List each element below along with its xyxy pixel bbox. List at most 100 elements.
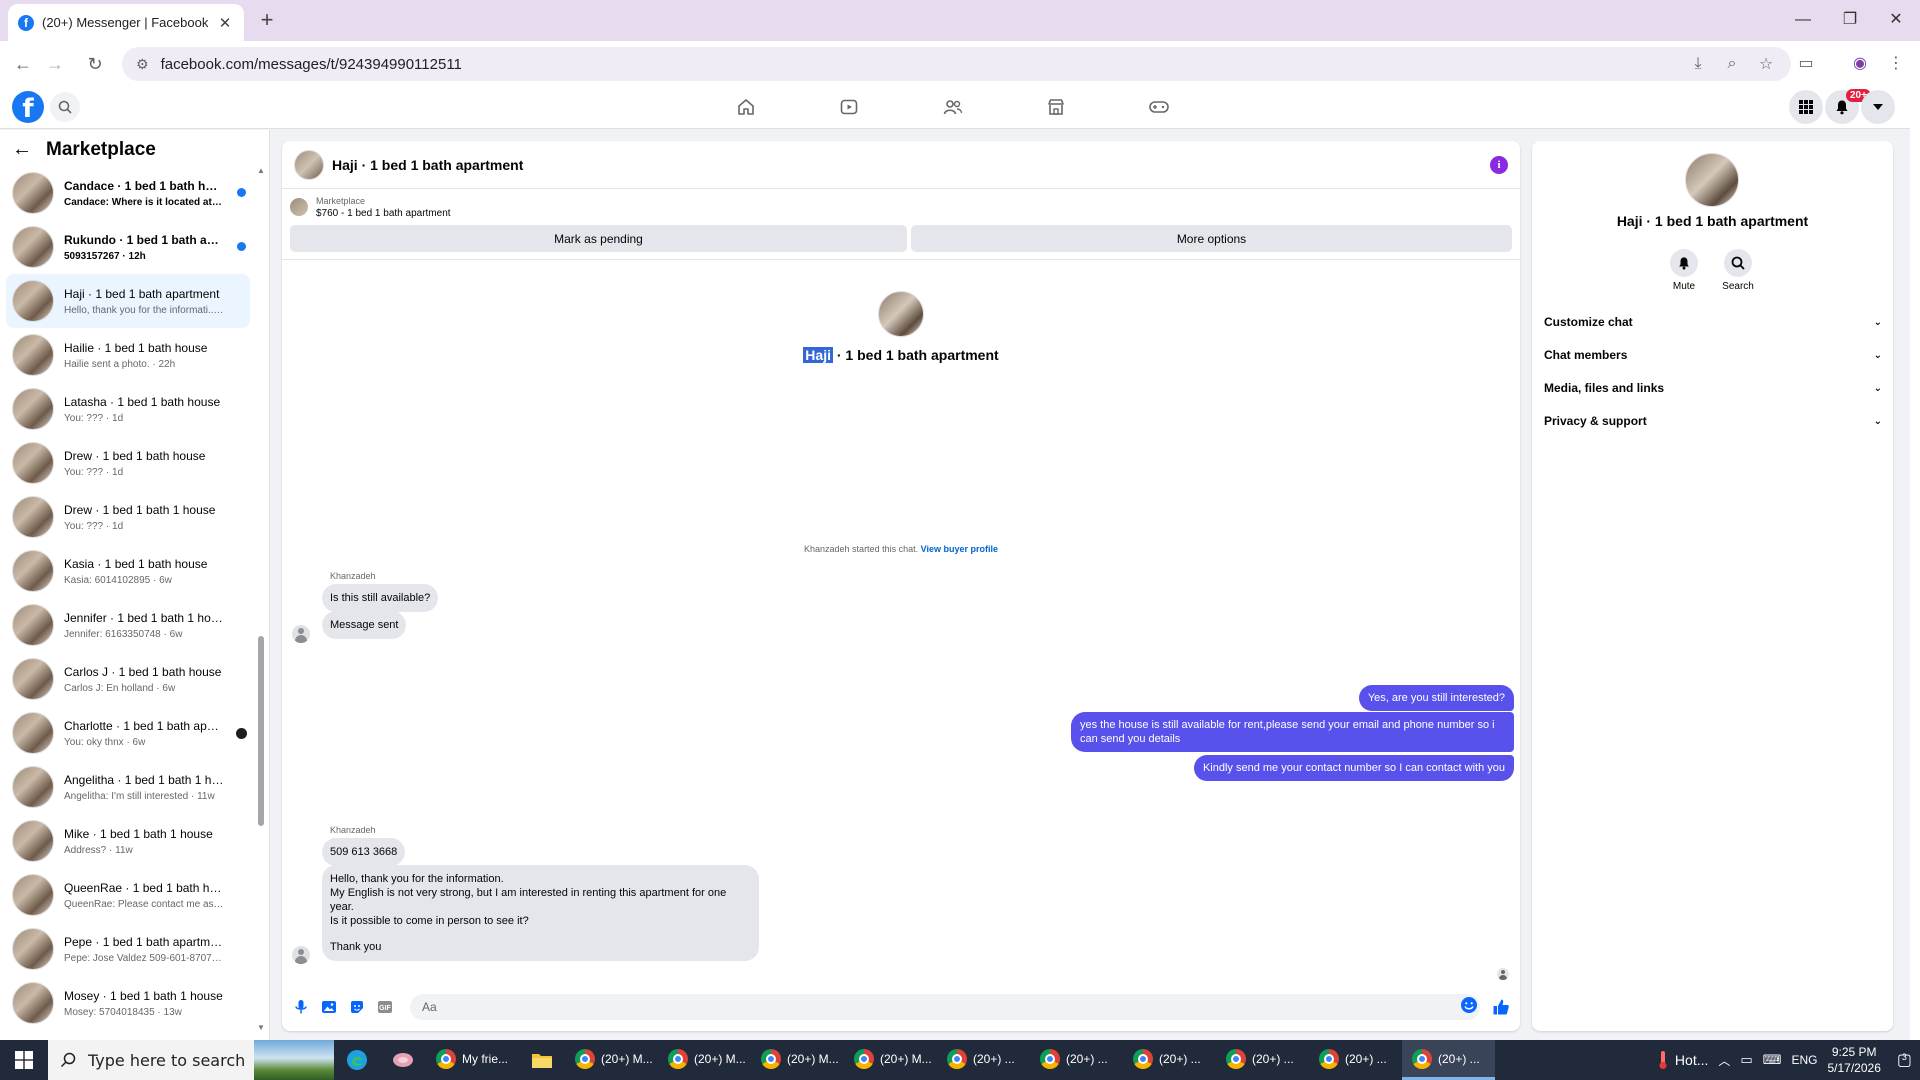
profile-icon[interactable]: ◉ — [1847, 51, 1873, 77]
back-arrow-icon[interactable]: ← — [12, 138, 32, 161]
like-thumbs-up-icon[interactable] — [1490, 996, 1512, 1018]
search-icon[interactable] — [50, 92, 80, 122]
weather-widget[interactable]: Hot... — [1657, 1050, 1708, 1070]
taskbar-chrome-window-active[interactable]: (20+) ... — [1402, 1040, 1495, 1080]
keyboard-icon[interactable]: ⌨ — [1763, 1052, 1782, 1068]
details-avatar[interactable] — [1685, 153, 1739, 207]
clock[interactable]: 9:25 PM 5/17/2026 — [1827, 1044, 1880, 1076]
taskbar-chrome-window[interactable]: (20+) ... — [937, 1040, 1030, 1080]
notification-center-icon[interactable]: ▢ 3 — [1897, 1050, 1912, 1070]
conversation-item[interactable]: Kasia · 1 bed 1 bath house Kasia: 6014102… — [6, 544, 250, 598]
page-scrollbar[interactable] — [1910, 86, 1920, 1040]
address-bar[interactable]: ⚙ facebook.com/messages/t/92439499011251… — [122, 47, 1791, 81]
close-tab-icon[interactable]: ✕ — [216, 14, 234, 32]
taskbar-chrome-window[interactable]: (20+) M... — [844, 1040, 937, 1080]
url-text[interactable]: facebook.com/messages/t/924394990112511 — [161, 56, 1675, 73]
incoming-message[interactable]: Hello, thank you for the information. My … — [322, 865, 759, 961]
install-app-icon[interactable]: ⤓ — [1687, 55, 1709, 73]
conversation-item[interactable]: Mosey · 1 bed 1 bath 1 house Mosey: 57040… — [6, 976, 250, 1030]
message-input[interactable] — [410, 994, 1480, 1020]
browser-menu-icon[interactable]: ⋮ — [1883, 51, 1909, 77]
incoming-message[interactable]: 509 613 3668 — [322, 838, 406, 866]
taskbar-chrome-window[interactable]: (20+) M... — [565, 1040, 658, 1080]
facebook-logo[interactable]: f — [12, 91, 44, 124]
browser-tab[interactable]: f (20+) Messenger | Facebook ✕ — [8, 4, 244, 41]
conversation-item[interactable]: Drew · 1 bed 1 bath 1 house You: ??? · 1d — [6, 490, 250, 544]
conversation-item[interactable]: Hailie · 1 bed 1 bath house Hailie sent a… — [6, 328, 250, 382]
conversation-item[interactable]: Drew · 1 bed 1 bath house You: ??? · 1d — [6, 436, 250, 490]
taskbar-chrome-window[interactable]: (20+) ... — [1030, 1040, 1123, 1080]
gaming-icon[interactable] — [1139, 92, 1179, 122]
chat-avatar[interactable] — [294, 149, 324, 180]
scrollbar-thumb[interactable] — [258, 636, 264, 826]
sticker-icon[interactable] — [346, 996, 368, 1018]
app-icon[interactable] — [380, 1040, 426, 1080]
privacy-support-section[interactable]: Privacy & support ⌄ — [1544, 408, 1882, 434]
video-icon[interactable] — [829, 92, 869, 122]
listing-summary[interactable]: Marketplace $760 - 1 bed 1 bath apartmen… — [282, 189, 1520, 225]
account-menu-icon[interactable] — [1861, 90, 1895, 124]
microphone-icon[interactable] — [290, 996, 312, 1018]
conversation-item[interactable]: Haji · 1 bed 1 bath apartment Hello, than… — [6, 274, 250, 328]
marketplace-icon[interactable] — [1036, 92, 1076, 122]
photo-icon[interactable] — [318, 996, 340, 1018]
taskbar-chrome-window[interactable]: My frie... — [426, 1040, 519, 1080]
file-explorer-icon[interactable] — [519, 1040, 565, 1080]
taskbar-chrome-window[interactable]: (20+) M... — [751, 1040, 844, 1080]
incoming-message[interactable]: Message sent — [322, 611, 407, 639]
conversation-item[interactable]: Pepe · 1 bed 1 bath apartment Pepe: Jose … — [6, 922, 250, 976]
conversation-item[interactable]: Rukundo · 1 bed 1 bath apart... 509315726… — [6, 220, 250, 274]
sidebar-scrollbar[interactable]: ▲ ▼ — [255, 166, 267, 1032]
taskbar-search[interactable]: Type here to search — [48, 1040, 334, 1080]
taskbar-chrome-window[interactable]: (20+) ... — [1309, 1040, 1402, 1080]
media-files-links-section[interactable]: Media, files and links ⌄ — [1544, 375, 1882, 401]
close-window-button[interactable]: ✕ — [1876, 6, 1916, 34]
conversation-item[interactable]: QueenRae · 1 bed 1 bath house QueenRae: P… — [6, 868, 250, 922]
taskbar-chrome-window[interactable]: (20+) ... — [1123, 1040, 1216, 1080]
minimize-button[interactable]: — — [1783, 6, 1823, 34]
conversation-item[interactable]: Charlotte · 1 bed 1 bath apart... You: ok… — [6, 706, 250, 760]
new-tab-button[interactable]: + — [254, 8, 280, 34]
zoom-icon[interactable]: ⌕ — [1721, 55, 1743, 73]
mute-button[interactable]: Mute — [1659, 249, 1709, 292]
outgoing-message[interactable]: Kindly send me your contact number so I … — [1193, 755, 1514, 781]
network-icon[interactable]: ▭ — [1740, 1052, 1752, 1068]
emoji-icon[interactable] — [1460, 996, 1478, 1014]
customize-chat-section[interactable]: Customize chat ⌄ — [1544, 309, 1882, 335]
scroll-up-icon[interactable]: ▲ — [257, 166, 265, 175]
conversation-item[interactable]: Angelitha · 1 bed 1 bath 1 house Angelith… — [6, 760, 250, 814]
chat-members-section[interactable]: Chat members ⌄ — [1544, 342, 1882, 368]
bookmark-star-icon[interactable]: ☆ — [1755, 54, 1777, 74]
gif-icon[interactable]: GIF — [374, 996, 396, 1018]
home-icon[interactable] — [726, 92, 766, 122]
forward-icon[interactable]: → — [40, 49, 70, 79]
chevron-up-icon[interactable]: ︿ — [1718, 1052, 1730, 1069]
tab-search-icon[interactable]: ▭ — [1793, 51, 1819, 77]
site-info-icon[interactable]: ⚙ — [136, 56, 149, 73]
taskbar-chrome-window[interactable]: (20+) ... — [1216, 1040, 1309, 1080]
edge-icon[interactable] — [334, 1040, 380, 1080]
search-in-conversation-button[interactable]: Search — [1713, 249, 1763, 292]
restore-button[interactable]: ❐ — [1830, 6, 1870, 34]
outgoing-message[interactable]: Yes, are you still interested? — [1358, 685, 1514, 711]
incoming-message[interactable]: Is this still available? — [322, 584, 439, 612]
scroll-down-icon[interactable]: ▼ — [257, 1023, 265, 1032]
more-options-button[interactable]: More options — [911, 225, 1512, 252]
conversation-item[interactable]: Mike · 1 bed 1 bath 1 house Address? · 11… — [6, 814, 250, 868]
info-icon[interactable]: i — [1490, 155, 1508, 174]
friends-icon[interactable] — [933, 92, 973, 122]
menu-grid-icon[interactable] — [1789, 90, 1823, 124]
chat-title[interactable]: Haji · 1 bed 1 bath apartment — [332, 157, 1490, 173]
view-buyer-profile-link[interactable]: View buyer profile — [921, 544, 998, 554]
mark-as-pending-button[interactable]: Mark as pending — [290, 225, 907, 252]
conversation-item[interactable]: Latasha · 1 bed 1 bath house You: ??? · 1… — [6, 382, 250, 436]
windows-start-icon[interactable] — [0, 1040, 48, 1080]
intro-avatar[interactable] — [878, 291, 924, 337]
reload-icon[interactable]: ↻ — [80, 49, 110, 79]
outgoing-message[interactable]: yes the house is still available for ren… — [1071, 712, 1514, 752]
conversation-item[interactable]: Candace · 1 bed 1 bath house Candace: Whe… — [6, 166, 250, 220]
taskbar-chrome-window[interactable]: (20+) M... — [658, 1040, 751, 1080]
conversation-item[interactable]: Carlos J · 1 bed 1 bath house Carlos J: E… — [6, 652, 250, 706]
language-indicator[interactable]: ENG — [1791, 1053, 1817, 1067]
conversation-item[interactable]: Jennifer · 1 bed 1 bath 1 house Jennifer:… — [6, 598, 250, 652]
